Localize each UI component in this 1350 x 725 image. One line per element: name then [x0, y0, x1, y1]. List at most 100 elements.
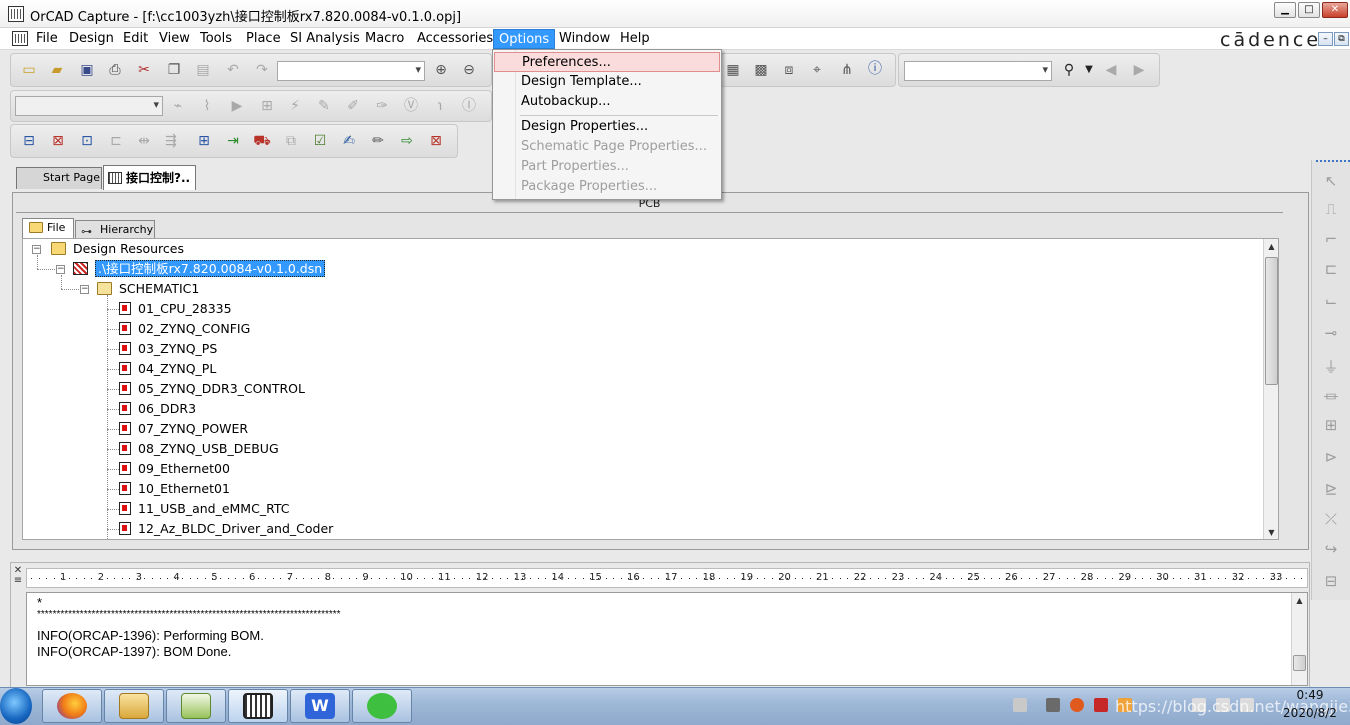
power-probe-icon[interactable]: ✐ — [342, 95, 364, 117]
menu-item-package-properties[interactable]: Package Properties... — [494, 177, 720, 197]
zoom-area-icon[interactable]: ▦ — [722, 59, 744, 81]
design-rules-icon[interactable]: ⌖ — [806, 59, 828, 81]
differential-probe-icon[interactable]: ✑ — [371, 95, 393, 117]
bias-voltage-icon[interactable]: Ⓥ — [400, 95, 422, 117]
place-part-icon[interactable]: ⎍ — [1318, 200, 1344, 224]
menu-view[interactable]: View — [154, 29, 195, 49]
menu-accessories[interactable]: Accessories — [412, 29, 498, 49]
back-annotate-icon[interactable]: ⊏ — [105, 130, 127, 152]
collapse-design-resources-toggle[interactable]: − — [32, 245, 41, 254]
place-port-icon[interactable]: ⊳ — [1318, 448, 1344, 472]
menu-si-analysis[interactable]: SI Analysis — [285, 29, 365, 49]
place-ieee-symbol-icon[interactable]: ⊟ — [1318, 572, 1344, 596]
place-no-connect-icon[interactable]: ⤫ — [1318, 510, 1344, 534]
tree-item-schematic[interactable]: SCHEMATIC1 — [97, 279, 199, 299]
save-icon[interactable]: ▣ — [76, 59, 98, 81]
menu-design[interactable]: Design — [64, 29, 119, 49]
minimize-window-button[interactable]: ▁ — [1274, 2, 1296, 18]
taskbar-wps[interactable]: W — [290, 689, 350, 723]
notepad-icon[interactable]: ✏ — [367, 130, 389, 152]
find-combo[interactable] — [904, 61, 1052, 81]
log-scrollbar[interactable]: ▲ — [1291, 593, 1307, 685]
part-manager-icon[interactable]: ⊟ — [18, 130, 40, 152]
tree-item-page[interactable]: 01_CPU_28335 — [119, 299, 232, 319]
maximize-window-button[interactable]: □ — [1298, 2, 1320, 18]
network-share-tray-icon[interactable] — [1046, 698, 1060, 712]
output-icon[interactable]: ⇨ — [396, 130, 418, 152]
menu-item-preferences[interactable]: Preferences... — [494, 52, 720, 72]
taskbar-notepad[interactable] — [166, 689, 226, 723]
cut-icon[interactable]: ✂ — [133, 59, 155, 81]
new-simulation-icon[interactable]: ⌁ — [167, 95, 189, 117]
voltage-probe-icon[interactable]: ⚡ — [284, 95, 306, 117]
zoom-in-icon[interactable]: ⊕ — [430, 59, 452, 81]
edit-simulation-icon[interactable]: ⌇ — [196, 95, 218, 117]
next-result-icon[interactable]: ▶ — [1128, 59, 1150, 81]
checklist-icon[interactable]: ☑ — [309, 130, 331, 152]
tab-start-page[interactable]: Start Page — [16, 167, 102, 189]
bom-icon[interactable]: ⊠ — [47, 130, 69, 152]
tab-hierarchy[interactable]: ⊶ Hierarchy — [75, 220, 155, 239]
antivirus-tray-icon[interactable] — [1070, 698, 1084, 712]
mdi-minimize-button[interactable]: – — [1318, 32, 1333, 46]
export-icon[interactable]: ⇥ — [222, 130, 244, 152]
purchase-cart-icon[interactable]: ⛟ — [251, 130, 273, 152]
menu-item-design-template[interactable]: Design Template... — [494, 72, 720, 92]
menu-help[interactable]: Help — [615, 29, 655, 49]
view-results-icon[interactable]: ⊞ — [256, 95, 278, 117]
scroll-down-icon[interactable]: ▼ — [1264, 525, 1278, 539]
menu-item-autobackup[interactable]: Autobackup... — [494, 92, 720, 112]
paste-icon[interactable]: ▤ — [192, 59, 214, 81]
binoculars-icon[interactable]: ⚲ — [1058, 59, 1080, 81]
menu-options[interactable]: Options — [493, 29, 556, 49]
delete-table-icon[interactable]: ⊠ — [425, 130, 447, 152]
tree-item-page[interactable]: 08_ZYNQ_USB_DEBUG — [119, 439, 279, 459]
tree-scroll-thumb[interactable] — [1265, 257, 1278, 385]
menu-edit[interactable]: Edit — [118, 29, 153, 49]
database-part-icon[interactable]: ⊞ — [193, 130, 215, 152]
tree-item-page[interactable]: 04_ZYNQ_PL — [119, 359, 216, 379]
bias-current-display-icon[interactable]: Ⓘ — [458, 95, 480, 117]
place-off-page-connector-icon[interactable]: ⊵ — [1318, 480, 1344, 504]
run-simulation-icon[interactable]: ▶ — [226, 95, 248, 117]
menu-macro[interactable]: Macro — [360, 29, 409, 49]
place-junction-icon[interactable]: ⊸ — [1318, 324, 1344, 348]
tree-item-page[interactable]: 12_Az_BLDC_Driver_and_Coder — [119, 519, 333, 539]
place-wire-icon[interactable]: ⌐ — [1318, 230, 1344, 254]
new-file-icon[interactable]: ▭ — [18, 59, 40, 81]
tree-item-page[interactable]: 06_DDR3 — [119, 399, 196, 419]
cross-reference-icon[interactable]: ⊡ — [76, 130, 98, 152]
current-probe-icon[interactable]: ✎ — [313, 95, 335, 117]
redo-icon[interactable]: ↷ — [251, 59, 273, 81]
net-group-icon[interactable]: ⇹ — [133, 130, 155, 152]
place-text-icon[interactable]: ↪ — [1318, 540, 1344, 564]
taskbar-orcad[interactable] — [228, 689, 288, 723]
tree-item-page[interactable]: 07_ZYNQ_POWER — [119, 419, 248, 439]
tree-item-page[interactable]: 10_Ethernet01 — [119, 479, 230, 499]
bias-current-icon[interactable]: ℩ — [429, 95, 451, 117]
place-bus-icon[interactable]: ⌙ — [1318, 292, 1344, 316]
collapse-design-file-toggle[interactable]: − — [56, 265, 65, 274]
menu-file[interactable]: File — [31, 29, 63, 49]
place-power-icon[interactable]: ⏚ — [1318, 356, 1344, 380]
menu-window[interactable]: Window — [554, 29, 615, 49]
tree-item-design-resources[interactable]: Design Resources — [51, 239, 184, 259]
find-options-chevron-down-icon[interactable]: ▼ — [1078, 59, 1100, 81]
scroll-up-icon[interactable]: ▲ — [1292, 593, 1307, 608]
scroll-up-icon[interactable]: ▲ — [1264, 239, 1278, 254]
help-icon[interactable]: ⓘ — [864, 58, 886, 80]
open-folder-icon[interactable]: ▰ — [46, 59, 68, 81]
clock-time[interactable]: 0:49 — [1275, 688, 1345, 702]
tree-item-page[interactable]: 03_ZYNQ_PS — [119, 339, 217, 359]
menu-item-part-properties[interactable]: Part Properties... — [494, 157, 720, 177]
menu-item-design-properties[interactable]: Design Properties... — [494, 117, 720, 137]
simulation-profile-combo[interactable] — [15, 96, 163, 116]
tree-item-page[interactable]: 09_Ethernet00 — [119, 459, 230, 479]
undo-icon[interactable]: ↶ — [222, 59, 244, 81]
palette-grip[interactable] — [1316, 160, 1350, 162]
copy-icon[interactable]: ❐ — [163, 59, 185, 81]
collapse-schematic-toggle[interactable]: − — [80, 285, 89, 294]
place-net-alias-icon[interactable]: ⊏ — [1318, 260, 1344, 284]
tree-item-page[interactable]: 05_ZYNQ_DDR3_CONTROL — [119, 379, 305, 399]
tree-item-page[interactable]: 02_ZYNQ_CONFIG — [119, 319, 250, 339]
